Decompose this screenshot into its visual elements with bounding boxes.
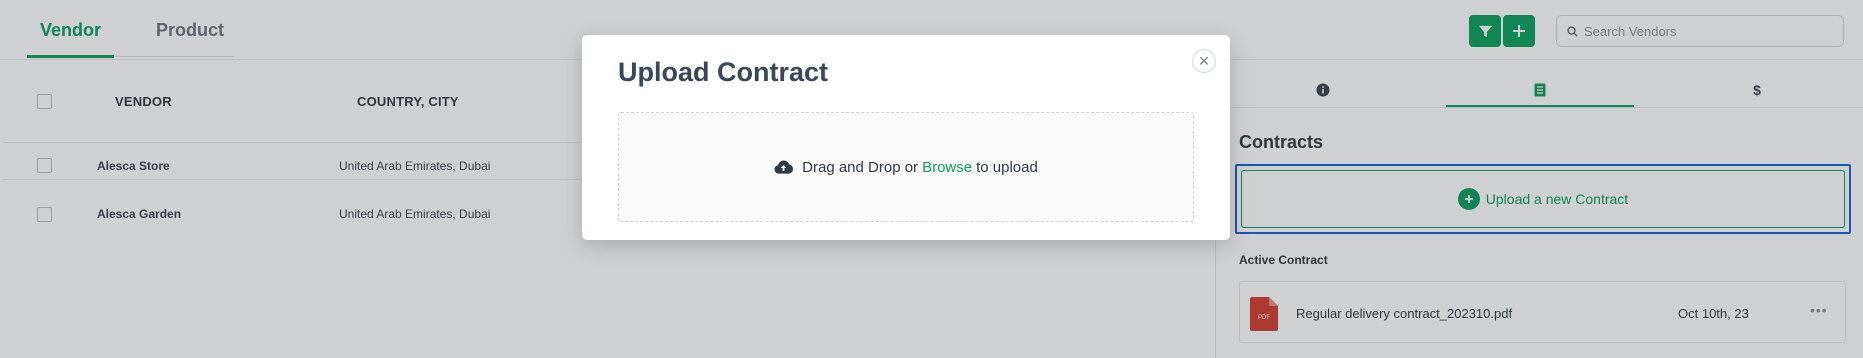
upload-contract-modal: Upload Contract ✕ Drag and Drop or Brows… xyxy=(582,35,1230,240)
cloud-upload-icon xyxy=(774,160,794,174)
browse-link[interactable]: Browse xyxy=(922,159,972,176)
file-dropzone[interactable]: Drag and Drop or Browse to upload xyxy=(618,112,1194,222)
dropzone-text-suffix: to upload xyxy=(976,158,1038,176)
dropzone-text-prefix: Drag and Drop or xyxy=(802,158,919,176)
close-button[interactable]: ✕ xyxy=(1192,49,1216,73)
modal-title: Upload Contract xyxy=(618,57,829,87)
close-icon: ✕ xyxy=(1198,52,1210,69)
